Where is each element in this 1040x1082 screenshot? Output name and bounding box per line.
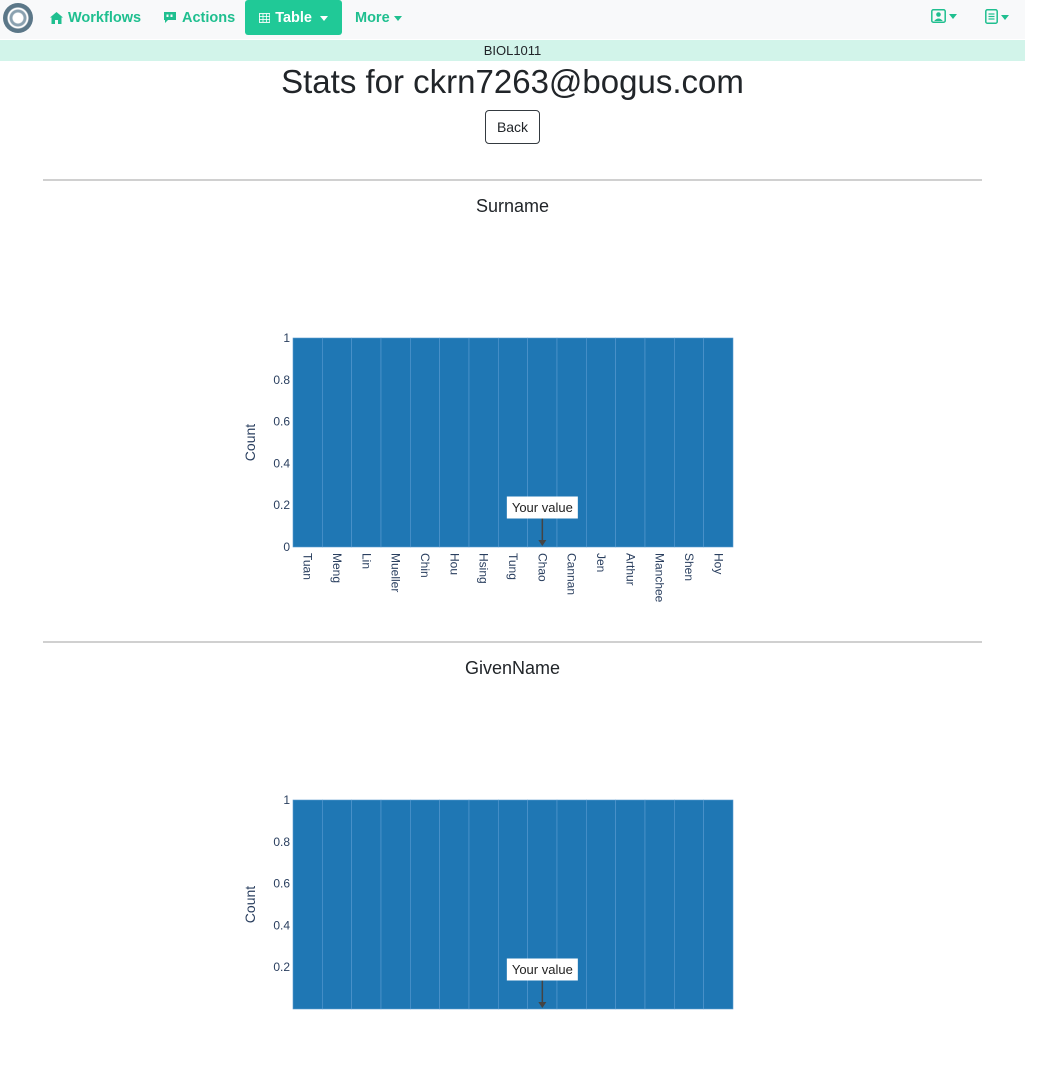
x-tick-label: Hoy [711, 553, 725, 574]
chart-bar [439, 337, 470, 548]
y-tick-label: 0.4 [273, 918, 290, 932]
y-tick-label: 0.6 [273, 415, 290, 429]
document-menu-dropdown[interactable] [985, 9, 1009, 24]
x-tick-label: Mueller [389, 553, 403, 592]
chart-bar [703, 337, 734, 548]
document-icon [985, 9, 998, 24]
page-title: Stats for ckrn7263@bogus.com [281, 63, 744, 100]
x-tick-label: Jen [594, 553, 608, 572]
x-tick-label: Manchee [653, 553, 667, 603]
x-tick-label: Chin [418, 553, 432, 578]
annotation-label: Your value [512, 962, 573, 977]
back-button[interactable]: Back [485, 110, 540, 144]
chart-bar [410, 799, 440, 1010]
y-tick-label: 1 [283, 793, 290, 807]
chevron-down-icon [949, 14, 957, 19]
chart-bar [703, 799, 734, 1010]
y-tick-label: 0.8 [273, 373, 290, 387]
chevron-down-icon [1001, 14, 1009, 20]
givenname-chart[interactable]: 0.2 0.4 0.6 0.8 1 Count Your value [230, 782, 750, 1082]
chart-bar [292, 337, 323, 548]
y-tick-label: 0.2 [273, 960, 290, 974]
chart-bar [410, 337, 440, 548]
x-tick-label: Hou [447, 553, 461, 575]
chart-bar [468, 799, 499, 1010]
chart-bar [615, 799, 646, 1010]
surname-chart[interactable]: 0 0.2 0.4 0.6 0.8 1 Count Tuan Meng Lin Mueller Chi… [230, 320, 750, 620]
nav-table-label: Table [275, 9, 312, 26]
nav-more-dropdown[interactable]: More [355, 0, 402, 35]
chart-bar [674, 337, 704, 548]
chart-bar [644, 337, 675, 548]
section-title-surname: Surname [475, 196, 550, 216]
x-tick-label: Lin [359, 553, 373, 569]
section-divider [43, 641, 982, 643]
x-tick-label: Tung [506, 553, 520, 580]
app-logo[interactable] [3, 3, 33, 33]
chart-bar [322, 799, 352, 1010]
chart-bar [674, 799, 704, 1010]
chart-bar [644, 799, 675, 1010]
chart-bar [586, 337, 616, 548]
chart-bar [351, 337, 382, 548]
chevron-down-icon [393, 15, 402, 21]
y-axis-label: Count [242, 886, 258, 923]
chart-bar [586, 799, 616, 1010]
y-tick-label: 1 [283, 331, 290, 345]
y-axis-label: Count [242, 424, 258, 461]
top-navbar: Workflows Actions Table More [0, 0, 1025, 39]
section-title-givenname: GivenName [464, 658, 561, 678]
chart-bar [615, 337, 646, 548]
nav-actions-label: Actions [182, 9, 236, 26]
y-tick-label: 0.8 [273, 835, 290, 849]
chart-bar [292, 799, 323, 1010]
chart-bar [468, 337, 499, 548]
user-menu-dropdown[interactable] [931, 9, 957, 23]
x-tick-label: Meng [330, 553, 344, 583]
chart-bar [322, 337, 352, 548]
y-tick-label: 0.2 [273, 498, 290, 512]
chevron-down-icon [320, 15, 328, 21]
course-bar: BIOL1011 [0, 40, 1025, 61]
chart-bar [351, 799, 382, 1010]
comment-action-icon [164, 12, 176, 23]
y-tick-label: 0.4 [273, 456, 290, 470]
x-tick-label: Tuan [301, 553, 315, 580]
nav-more-label: More [355, 9, 390, 26]
y-tick-label: 0 [283, 540, 290, 554]
user-profile-icon [931, 9, 946, 23]
table-icon [259, 12, 271, 23]
x-tick-label: Chao [535, 553, 549, 582]
x-tick-label: Hsing [477, 553, 491, 584]
x-tick-label: Shen [682, 553, 696, 581]
x-tick-label: Arthur [623, 553, 637, 586]
nav-actions[interactable]: Actions [163, 0, 235, 35]
chart-bar [439, 799, 470, 1010]
section-divider [43, 179, 982, 181]
chart-bar [380, 337, 411, 548]
nav-table-dropdown[interactable]: Table [245, 0, 342, 35]
y-tick-label: 0.6 [273, 877, 290, 891]
chart-bar [380, 799, 411, 1010]
annotation-label: Your value [512, 500, 573, 515]
x-tick-label: Cannan [565, 553, 579, 595]
nav-workflows[interactable]: Workflows [50, 0, 141, 35]
nav-workflows-label: Workflows [68, 9, 142, 26]
home-icon [50, 11, 63, 24]
